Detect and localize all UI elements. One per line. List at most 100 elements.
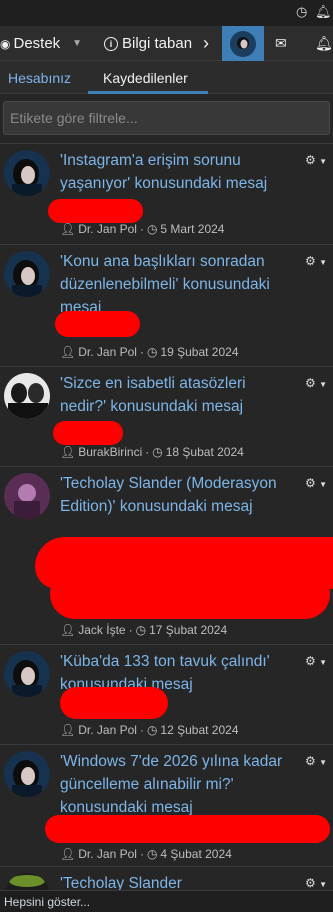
show-all-link[interactable]: Hepsini göster... xyxy=(0,890,333,912)
post-meta: 👤︎ Dr. Jan Pol · ◷ 5 Mart 2024 xyxy=(60,222,225,236)
clock-icon: ◷ xyxy=(146,847,158,861)
tab-account[interactable]: Hesabınız xyxy=(8,61,71,94)
clock-icon: ◷ xyxy=(146,345,158,359)
list-item[interactable]: 'Konu ana başlıkları sonradan düzenleneb… xyxy=(0,244,333,366)
list-item[interactable]: 'Sizce en isabetli atasözleri nedir?' ko… xyxy=(0,366,333,466)
user-icon: 👤︎ xyxy=(60,345,76,359)
post-author[interactable]: Dr. Jan Pol xyxy=(78,847,137,861)
top-navigation: ◉ Destek ▼ i Bilgi taban › ✉ 🔔︎ xyxy=(0,26,333,61)
saved-post-title[interactable]: 'Sizce en isabetli atasözleri nedir?' ko… xyxy=(60,372,295,418)
post-meta: 👤︎ Dr. Jan Pol · ◷ 12 Şubat 2024 xyxy=(60,723,239,737)
avatar xyxy=(4,473,50,519)
clock-icon: ◷ xyxy=(146,723,158,737)
avatar xyxy=(4,373,50,419)
gear-icon: ⚙ xyxy=(304,876,316,890)
gear-icon: ⚙ xyxy=(304,476,316,490)
post-meta: 👤︎ Dr. Jan Pol · ◷ 4 Şubat 2024 xyxy=(60,847,232,861)
post-date[interactable]: 5 Mart 2024 xyxy=(160,222,224,236)
list-item[interactable]: 'Techolay Slander ⚙ ▼ xyxy=(0,866,333,890)
post-date[interactable]: 12 Şubat 2024 xyxy=(160,723,238,737)
post-meta: 👤︎ BurakBirinci · ◷ 18 Şubat 2024 xyxy=(60,445,244,459)
list-item[interactable]: 'Windows 7'de 2026 yılına kadar güncelle… xyxy=(0,744,333,866)
clock-icon: ◷ xyxy=(146,222,158,236)
saved-post-title[interactable]: 'Instagram'a erişim sorunu yaşanıyor' ko… xyxy=(60,149,295,195)
post-author[interactable]: Dr. Jan Pol xyxy=(78,222,137,236)
nav-bilgi-label: Bilgi taban xyxy=(122,35,193,52)
caret-down-icon: ▼ xyxy=(319,258,327,267)
redaction-mark xyxy=(48,199,143,223)
list-item[interactable]: 'Instagram'a erişim sorunu yaşanıyor' ko… xyxy=(0,143,333,244)
post-options-button[interactable]: ⚙ ▼ xyxy=(305,654,327,668)
info-icon: i xyxy=(104,36,118,51)
avatar xyxy=(230,30,256,57)
account-tabs: Hesabınız Kaydedilenler xyxy=(0,61,333,94)
redaction-mark xyxy=(45,815,330,843)
tab-saved[interactable]: Kaydedilenler xyxy=(103,61,188,94)
caret-down-icon: ▼ xyxy=(319,758,327,767)
post-options-button[interactable]: ⚙ ▼ xyxy=(305,476,327,490)
show-all-label: Hepsini göster... xyxy=(4,895,91,909)
post-author[interactable]: Dr. Jan Pol xyxy=(78,723,137,737)
avatar xyxy=(4,873,50,890)
saved-post-title[interactable]: 'Windows 7'de 2026 yılına kadar güncelle… xyxy=(60,750,295,819)
post-date[interactable]: 19 Şubat 2024 xyxy=(160,345,238,359)
user-icon: 👤︎ xyxy=(60,723,76,737)
clock-icon: ◷ xyxy=(152,445,163,459)
envelope-icon[interactable]: ✉ xyxy=(275,26,293,61)
caret-down-icon: ▼ xyxy=(319,880,327,889)
user-icon: 👤︎ xyxy=(60,445,76,459)
chevron-down-icon: ▼ xyxy=(72,38,83,49)
clock-icon: ◷ xyxy=(296,4,308,19)
bell-icon: 🔔︎ xyxy=(315,4,332,19)
avatar xyxy=(4,150,50,196)
avatar xyxy=(4,251,50,297)
user-icon: 👤︎ xyxy=(60,623,76,637)
gear-icon: ⚙ xyxy=(304,254,316,268)
caret-down-icon: ▼ xyxy=(319,658,327,667)
nav-bilgi-tabani[interactable]: i Bilgi taban xyxy=(104,26,196,61)
caret-down-icon: ▼ xyxy=(319,157,327,166)
gear-icon: ⚙ xyxy=(304,376,316,390)
tab-saved-label: Kaydedilenler xyxy=(103,69,188,86)
post-options-button[interactable]: ⚙ ▼ xyxy=(305,876,327,890)
caret-down-icon: ▼ xyxy=(319,480,327,489)
user-icon: 👤︎ xyxy=(60,222,76,236)
post-meta: 👤︎ Jack İşte · ◷ 17 Şubat 2024 xyxy=(60,623,228,637)
tab-account-label: Hesabınız xyxy=(8,69,72,86)
redaction-mark xyxy=(55,311,140,337)
nav-destek[interactable]: ◉ Destek ▼ xyxy=(0,26,90,61)
post-options-button[interactable]: ⚙ ▼ xyxy=(305,254,327,268)
saved-post-title[interactable]: 'Techolay Slander xyxy=(60,872,295,890)
user-icon: 👤︎ xyxy=(60,847,76,861)
avatar xyxy=(4,751,50,797)
saved-post-title[interactable]: 'Konu ana başlıkları sonradan düzenleneb… xyxy=(60,250,295,319)
post-options-button[interactable]: ⚙ ▼ xyxy=(305,153,327,167)
support-icon: ◉ xyxy=(0,36,11,51)
avatar xyxy=(4,651,50,697)
redaction-mark xyxy=(60,687,168,719)
redaction-mark xyxy=(50,569,330,619)
post-options-button[interactable]: ⚙ ▼ xyxy=(305,376,327,390)
post-options-button[interactable]: ⚙ ▼ xyxy=(305,754,327,768)
tag-filter-input[interactable]: Etikete göre filtrele... xyxy=(3,101,330,135)
post-date[interactable]: 18 Şubat 2024 xyxy=(166,445,244,459)
clock-icon: ◷ xyxy=(135,623,147,637)
post-author[interactable]: Dr. Jan Pol xyxy=(78,345,137,359)
saved-post-title[interactable]: 'Techolay Slander (Moderasyon Edition)' … xyxy=(60,472,295,518)
post-date[interactable]: 17 Şubat 2024 xyxy=(149,623,227,637)
chevron-right-icon[interactable]: › xyxy=(203,26,219,61)
list-item[interactable]: 'Küba'da 133 ton tavuk çalındı' konusund… xyxy=(0,644,333,744)
gear-icon: ⚙ xyxy=(304,754,316,768)
post-author[interactable]: Jack İşte xyxy=(78,623,125,637)
status-bar: ◷ 🔔︎ xyxy=(0,0,333,26)
list-item[interactable]: 'Techolay Slander (Moderasyon Edition)' … xyxy=(0,466,333,644)
post-date[interactable]: 4 Şubat 2024 xyxy=(160,847,231,861)
user-avatar-button[interactable] xyxy=(222,26,264,61)
post-author[interactable]: BurakBirinci xyxy=(78,445,142,459)
filter-placeholder: Etikete göre filtrele... xyxy=(10,110,138,126)
bell-icon[interactable]: 🔔︎ xyxy=(315,26,333,61)
nav-destek-label: Destek xyxy=(13,35,61,52)
gear-icon: ⚙ xyxy=(304,153,316,167)
caret-down-icon: ▼ xyxy=(319,380,327,389)
post-meta: 👤︎ Dr. Jan Pol · ◷ 19 Şubat 2024 xyxy=(60,345,239,359)
